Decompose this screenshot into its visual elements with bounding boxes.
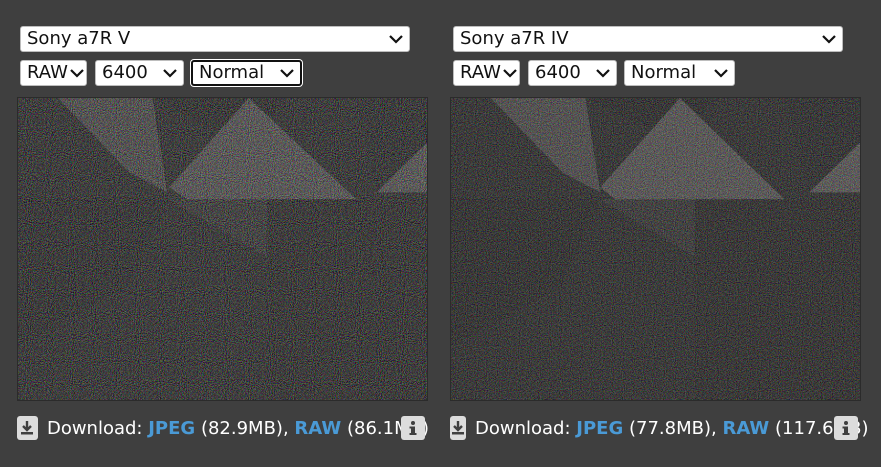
jpeg-download-link[interactable]: JPEG: [148, 418, 195, 439]
jpeg-size: (82.9MB),: [200, 417, 289, 439]
chevron-down-icon: [389, 35, 403, 44]
noise-test-image: [451, 98, 860, 400]
format-select-value: RAW: [460, 62, 501, 83]
chevron-down-icon: [163, 69, 177, 78]
raw-download-link[interactable]: RAW: [722, 418, 769, 439]
chevron-down-icon: [503, 69, 517, 78]
chevron-down-icon: [596, 69, 610, 78]
noise-test-image: [18, 98, 427, 400]
mode-select[interactable]: Normal: [191, 60, 302, 86]
chevron-down-icon: [822, 35, 836, 44]
mode-select-value: Normal: [631, 62, 697, 83]
chevron-down-icon: [714, 69, 728, 78]
download-row: Download: JPEG (82.9MB), RAW (86.1MB): [17, 414, 429, 442]
iso-select-value: 6400: [102, 62, 148, 83]
jpeg-size: (77.8MB),: [628, 417, 717, 439]
download-icon[interactable]: [17, 416, 38, 440]
mode-select[interactable]: Normal: [624, 60, 735, 86]
jpeg-download-link[interactable]: JPEG: [576, 418, 623, 439]
iso-select[interactable]: 6400: [528, 60, 617, 86]
camera-select[interactable]: Sony a7R IV: [453, 26, 843, 52]
camera-select-value: Sony a7R V: [27, 28, 131, 49]
chevron-down-icon: [280, 69, 294, 78]
download-label: Download:: [475, 417, 571, 439]
sample-image[interactable]: [450, 97, 861, 401]
info-icon[interactable]: [401, 416, 425, 440]
right-comparison-panel: Sony a7R IV RAW 6400 Normal Download: JP…: [450, 0, 869, 467]
iso-select-value: 6400: [535, 62, 581, 83]
sample-image[interactable]: [17, 97, 428, 401]
format-select[interactable]: RAW: [453, 60, 520, 86]
format-select-value: RAW: [27, 62, 68, 83]
camera-select[interactable]: Sony a7R V: [20, 26, 410, 52]
iso-select[interactable]: 6400: [95, 60, 184, 86]
download-icon[interactable]: [450, 416, 466, 440]
info-icon[interactable]: [834, 416, 858, 440]
download-row: Download: JPEG (77.8MB), RAW (117.6MB): [450, 414, 869, 442]
left-comparison-panel: Sony a7R V RAW 6400 Normal Download: JPE…: [17, 0, 429, 467]
format-select[interactable]: RAW: [20, 60, 87, 86]
download-label: Download:: [46, 417, 143, 439]
raw-download-link[interactable]: RAW: [294, 418, 341, 439]
mode-select-value: Normal: [199, 62, 265, 83]
camera-select-value: Sony a7R IV: [460, 28, 569, 49]
chevron-down-icon: [70, 69, 84, 78]
